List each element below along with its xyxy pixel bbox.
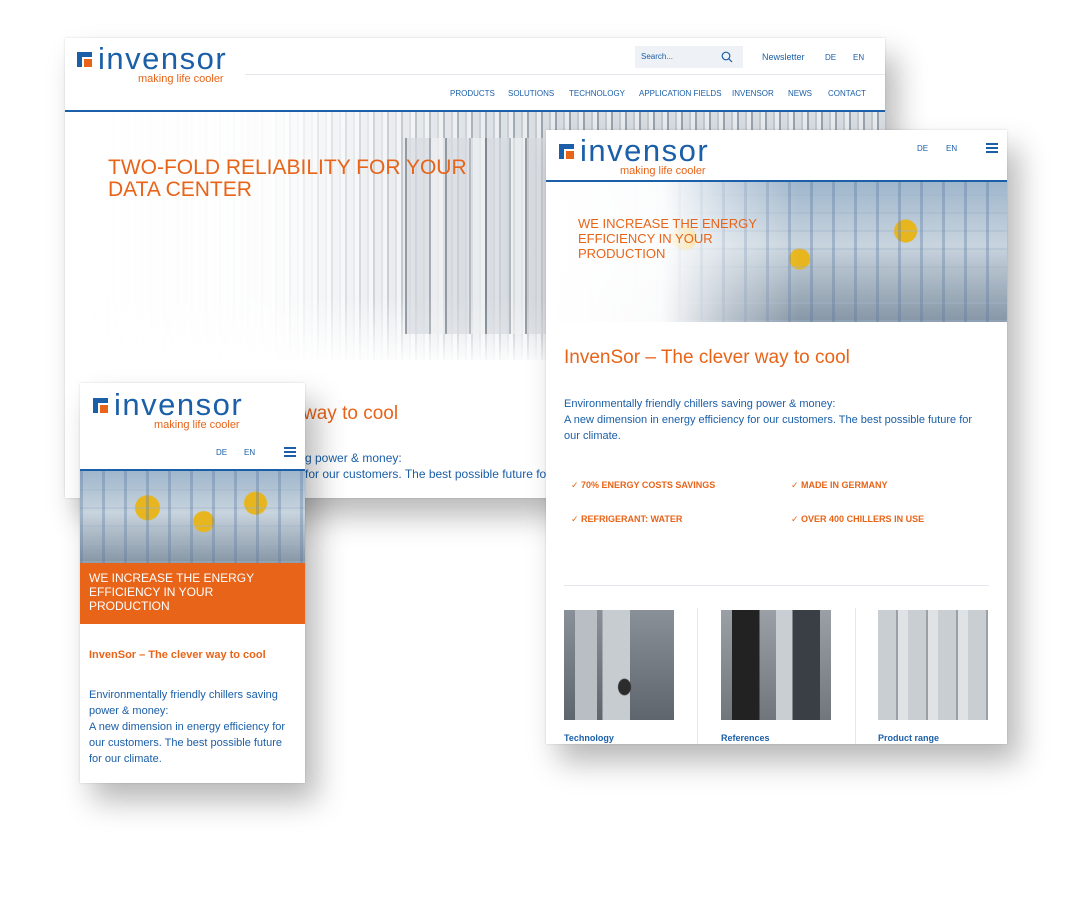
tile-divider-1 — [697, 608, 698, 744]
logo-mark-icon — [93, 398, 108, 413]
logo-tagline: making life cooler — [620, 165, 706, 177]
logo-wordmark: invensor — [114, 387, 244, 422]
nav-invensor[interactable]: INVENSOR — [732, 89, 774, 98]
search-box[interactable]: Search... — [635, 46, 743, 68]
intro-fragment-2: for our customers. The best possible fut… — [305, 467, 560, 481]
body-text: Environmentally friendly chillers saving… — [89, 689, 286, 765]
hero-headline: TWO-FOLD RELIABILITY FOR YOUR DATA CENTE… — [108, 156, 467, 201]
tablet-screenshot: invensor making life cooler DE EN WE INC… — [546, 130, 1007, 744]
headline-fragment: way to cool — [303, 403, 399, 424]
nav-solutions[interactable]: SOLUTIONS — [508, 89, 554, 98]
mobile-screenshot: invensor making life cooler DE EN WE INC… — [80, 383, 305, 783]
header-divider — [245, 74, 885, 75]
technology-tile-image[interactable] — [564, 610, 674, 720]
search-input-placeholder: Search... — [641, 52, 674, 61]
product-range-tile-image[interactable] — [878, 610, 988, 720]
logo-wordmark: invensor — [580, 133, 710, 168]
hero-headline: WE INCREASE THE ENERGY EFFICIENCY IN YOU… — [89, 571, 255, 613]
lang-en[interactable]: EN — [244, 448, 255, 457]
hero-banner: WE INCREASE THE ENERGY EFFICIENCY IN YOU… — [80, 563, 305, 624]
nav-contact[interactable]: CONTACT — [828, 89, 866, 98]
lang-de[interactable]: DE — [917, 144, 928, 153]
nav-products[interactable]: PRODUCTS — [450, 89, 495, 98]
nav-news[interactable]: NEWS — [788, 89, 812, 98]
factory-hero-image — [80, 471, 305, 563]
page-title: InvenSor – The clever way to cool — [564, 347, 850, 368]
logo-mark-icon — [559, 144, 574, 159]
technology-tile-caption[interactable]: Technology — [564, 733, 614, 743]
intro-fragment-1: g power & money: — [305, 451, 402, 465]
lang-de[interactable]: DE — [216, 448, 227, 457]
tile-divider-2 — [855, 608, 856, 744]
references-tile-image[interactable] — [721, 610, 831, 720]
references-tile-caption[interactable]: References — [721, 733, 770, 743]
lang-de[interactable]: DE — [825, 53, 836, 62]
lang-en[interactable]: EN — [853, 53, 864, 62]
feature-energy-savings: ✓ 70% ENERGY COSTS SAVINGS — [571, 480, 716, 490]
intro-text: Environmentally friendly chillers saving… — [564, 398, 973, 442]
hero-headline: WE INCREASE THE ENERGY EFFICIENCY IN YOU… — [578, 216, 757, 261]
hamburger-menu-icon[interactable] — [986, 143, 998, 153]
hamburger-menu-icon[interactable] — [284, 447, 296, 457]
nav-technology[interactable]: TECHNOLOGY — [569, 89, 625, 98]
page-title: InvenSor – The clever way to cool — [89, 649, 266, 661]
feature-chillers-in-use: ✓ OVER 400 CHILLERS IN USE — [791, 514, 925, 524]
feature-made-in-germany: ✓ MADE IN GERMANY — [791, 480, 888, 490]
lang-en[interactable]: EN — [946, 144, 957, 153]
product-range-tile-caption[interactable]: Product range — [878, 733, 939, 743]
section-divider — [564, 585, 989, 586]
nav-application-fields[interactable]: APPLICATION FIELDS — [639, 89, 722, 98]
logo-tagline: making life cooler — [154, 419, 240, 431]
logo-tagline: making life cooler — [138, 73, 224, 85]
feature-refrigerant-water: ✓ REFRIGERANT: WATER — [571, 514, 683, 524]
newsletter-link[interactable]: Newsletter — [762, 52, 805, 62]
logo-wordmark: invensor — [98, 41, 228, 76]
search-icon[interactable] — [721, 51, 733, 63]
logo-mark-icon — [77, 52, 92, 67]
